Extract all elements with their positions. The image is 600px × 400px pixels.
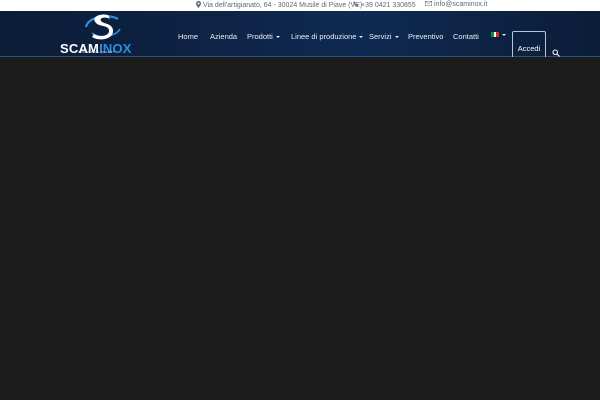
nav-linee-label: Linee di produzione xyxy=(291,32,357,41)
phone-info[interactable]: +39 0421 330855 xyxy=(353,1,416,9)
nav-linee-di-produzione[interactable]: Linee di produzione xyxy=(291,32,364,41)
logo-s-mark-icon xyxy=(84,14,121,40)
search-button[interactable] xyxy=(552,44,560,57)
main-content-area xyxy=(0,57,600,400)
nav-home-label: Home xyxy=(178,32,199,41)
nav-preventivo-label: Preventivo xyxy=(408,32,444,41)
nav-azienda-label: Azienda xyxy=(210,32,238,41)
login-label: Accedi xyxy=(517,44,541,53)
it-flag-icon xyxy=(491,32,500,37)
email-info[interactable]: info@scaminox.it xyxy=(425,1,487,8)
address-text: Via dell'artigianato, 64 - 30024 Musile … xyxy=(203,2,363,9)
map-marker-icon xyxy=(196,1,201,10)
nav-contatti-label: Contatti xyxy=(453,32,479,41)
chevron-down-icon xyxy=(502,33,506,36)
nav-servizi-label: Servizi xyxy=(369,32,392,41)
search-icon xyxy=(552,49,560,57)
address-info: Via dell'artigianato, 64 - 30024 Musile … xyxy=(196,1,362,10)
nav-home[interactable]: Home xyxy=(178,32,198,41)
chevron-down-icon xyxy=(275,35,280,38)
scaminox-logo[interactable]: SCAMINOX INNOVATION QUALITY xyxy=(58,11,142,56)
logo-tagline: INNOVATION QUALITY xyxy=(78,50,116,54)
nav-prodotti[interactable]: Prodotti xyxy=(247,32,280,41)
chevron-down-icon xyxy=(394,35,399,38)
nav-azienda[interactable]: Azienda xyxy=(210,32,237,41)
email-text[interactable]: info@scaminox.it xyxy=(434,1,487,8)
language-selector[interactable] xyxy=(491,32,506,37)
top-info-bar: Via dell'artigianato, 64 - 30024 Musile … xyxy=(0,0,600,11)
nav-preventivo[interactable]: Preventivo xyxy=(408,32,443,41)
chevron-down-icon xyxy=(359,35,364,38)
nav-contatti[interactable]: Contatti xyxy=(453,32,479,41)
nav-servizi[interactable]: Servizi xyxy=(369,32,399,41)
nav-prodotti-label: Prodotti xyxy=(247,32,273,41)
phone-text[interactable]: +39 0421 330855 xyxy=(361,2,416,9)
phone-icon xyxy=(353,1,359,9)
envelope-icon xyxy=(425,1,432,8)
main-navbar: SCAMINOX INNOVATION QUALITY Home Azienda… xyxy=(0,11,600,66)
